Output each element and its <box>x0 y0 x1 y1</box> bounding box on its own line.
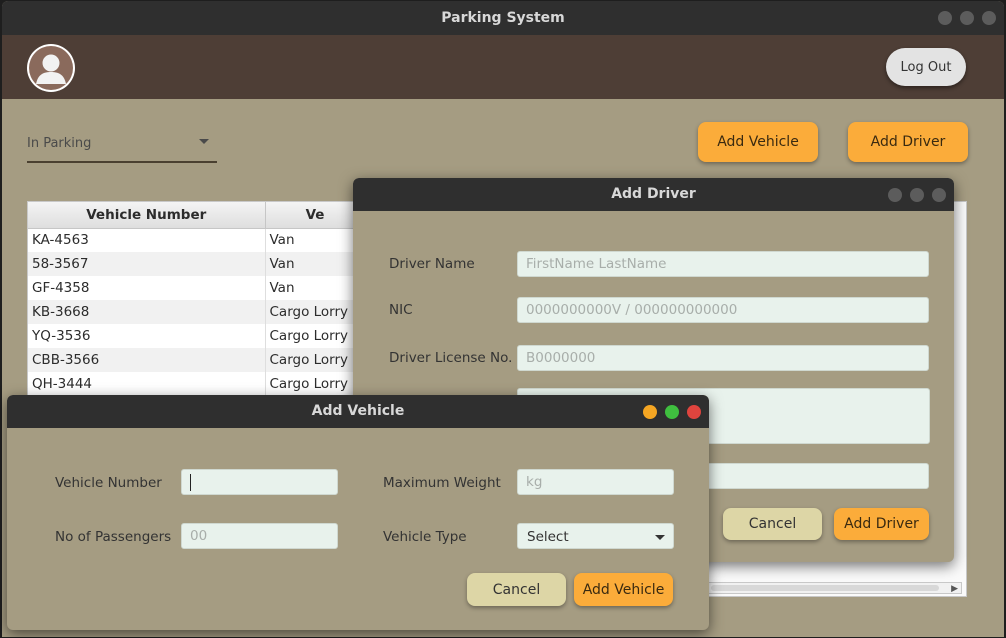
driver-license-label: Driver License No. <box>389 350 513 366</box>
vehicle-number-cell: KB-3668 <box>28 300 266 324</box>
passengers-label: No of Passengers <box>55 529 172 545</box>
vehicle-type-cell: Van <box>265 252 366 276</box>
maximize-button[interactable] <box>665 404 679 419</box>
close-button[interactable] <box>982 11 996 25</box>
main-window-controls <box>938 1 996 35</box>
add-vehicle-button[interactable]: Add Vehicle <box>698 122 818 162</box>
table-row[interactable]: KA-4563 Van <box>28 228 366 252</box>
vehicle-type-select[interactable]: Select <box>517 523 674 549</box>
add-driver-titlebar: Add Driver <box>353 178 954 211</box>
driver-name-input[interactable] <box>517 251 929 277</box>
add-vehicle-window-controls <box>643 395 701 428</box>
maximum-weight-label: Maximum Weight <box>383 475 501 491</box>
parking-filter-value: In Parking <box>27 136 92 151</box>
vehicle-number-label: Vehicle Number <box>55 475 162 491</box>
chevron-right-icon[interactable]: ▶ <box>951 584 958 594</box>
cancel-button[interactable]: Cancel <box>467 573 566 606</box>
add-driver-window-controls <box>888 178 946 211</box>
user-avatar-icon[interactable] <box>27 44 75 92</box>
nic-label: NIC <box>389 302 413 318</box>
scrollbar-thumb[interactable] <box>711 585 939 591</box>
main-titlebar: Parking System <box>2 1 1004 35</box>
table-row[interactable]: KB-3668 Cargo Lorry <box>28 300 366 324</box>
vehicle-number-cell: 58-3567 <box>28 252 266 276</box>
close-button[interactable] <box>932 187 946 202</box>
text-cursor <box>190 474 191 491</box>
main-window-title: Parking System <box>441 10 565 26</box>
add-vehicle-titlebar: Add Vehicle <box>7 395 709 428</box>
minimize-button[interactable] <box>643 404 657 419</box>
vehicle-type-cell: Cargo Lorry <box>265 324 366 348</box>
table-row[interactable]: YQ-3536 Cargo Lorry <box>28 324 366 348</box>
add-vehicle-submit-button[interactable]: Add Vehicle <box>574 573 673 606</box>
vehicle-type-cell: Cargo Lorry <box>265 348 366 372</box>
chevron-down-icon <box>655 535 665 540</box>
table-row[interactable]: 58-3567 Van <box>28 252 366 276</box>
add-vehicle-dialog: Add Vehicle Vehicle Number Maximum Weigh… <box>7 395 709 630</box>
add-driver-dialog-title: Add Driver <box>611 186 696 202</box>
vehicle-number-cell: QH-3444 <box>28 372 266 396</box>
column-header-vehicle-number[interactable]: Vehicle Number <box>28 202 266 229</box>
vehicle-type-cell: Cargo Lorry <box>265 300 366 324</box>
horizontal-scrollbar[interactable]: ▶ <box>708 582 962 594</box>
add-vehicle-dialog-title: Add Vehicle <box>311 403 405 419</box>
vehicle-type-cell: Van <box>265 228 366 252</box>
vehicle-type-cell: Cargo Lorry <box>265 372 366 396</box>
vehicle-number-cell: YQ-3536 <box>28 324 266 348</box>
close-button[interactable] <box>687 404 701 419</box>
nic-input[interactable] <box>517 297 929 323</box>
maximize-button[interactable] <box>910 187 924 202</box>
cancel-button[interactable]: Cancel <box>723 508 822 540</box>
minimize-button[interactable] <box>938 11 952 25</box>
maximum-weight-input[interactable] <box>517 469 674 495</box>
vehicle-number-cell: KA-4563 <box>28 228 266 252</box>
parking-filter-select[interactable]: In Parking <box>27 127 217 163</box>
vehicle-type-value: Select <box>527 529 569 545</box>
table-row[interactable]: CBB-3566 Cargo Lorry <box>28 348 366 372</box>
passengers-input[interactable] <box>181 523 338 549</box>
column-header-vehicle-type[interactable]: Ve <box>265 202 366 229</box>
minimize-button[interactable] <box>888 187 902 202</box>
maximize-button[interactable] <box>960 11 974 25</box>
vehicle-number-cell: CBB-3566 <box>28 348 266 372</box>
driver-name-label: Driver Name <box>389 256 475 272</box>
add-driver-submit-button[interactable]: Add Driver <box>834 508 929 540</box>
vehicle-number-input[interactable] <box>181 469 338 495</box>
vehicle-type-label: Vehicle Type <box>383 529 467 545</box>
app-header: Log Out <box>2 35 1004 99</box>
vehicle-type-cell: Van <box>265 276 366 300</box>
driver-license-input[interactable] <box>517 345 929 371</box>
vehicle-number-cell: GF-4358 <box>28 276 266 300</box>
table-row[interactable]: QH-3444 Cargo Lorry <box>28 372 366 396</box>
chevron-down-icon <box>199 139 209 144</box>
table-row[interactable]: GF-4358 Van <box>28 276 366 300</box>
add-driver-button[interactable]: Add Driver <box>848 122 968 162</box>
logout-button[interactable]: Log Out <box>886 48 966 86</box>
